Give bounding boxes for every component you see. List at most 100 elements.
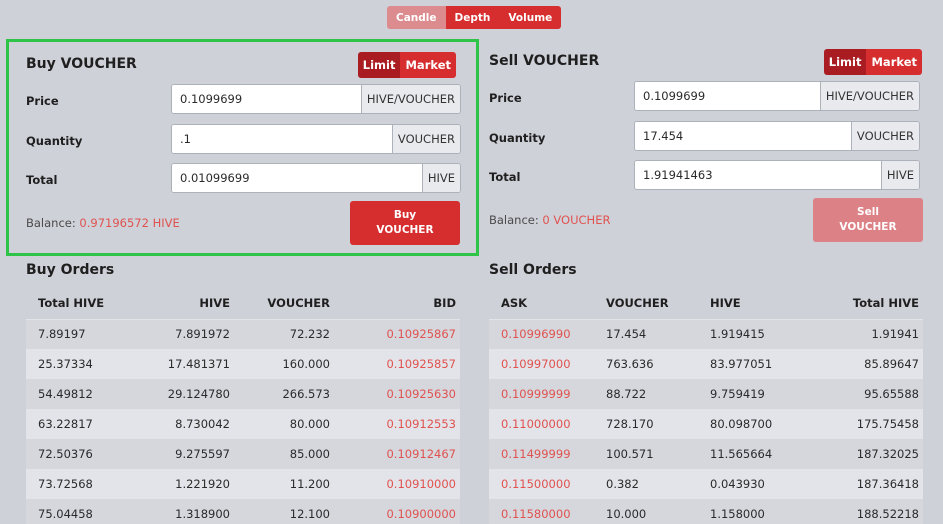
- sell-price-unit: HIVE/VOUCHER: [819, 82, 919, 110]
- cell-total-hive: 188.52218: [820, 499, 923, 524]
- buy-header-total-hive[interactable]: Total HIVE: [26, 287, 136, 320]
- table-row[interactable]: 75.04458 1.318900 12.100 0.10900000: [26, 499, 460, 524]
- cell-hive: 1.919415: [710, 319, 820, 349]
- table-row[interactable]: 25.37334 17.481371 160.000 0.10925857: [26, 349, 460, 379]
- buy-balance: Balance: 0.97196572 HIVE: [26, 216, 180, 230]
- sell-orders-header-row: ASK VOUCHER HIVE Total HIVE: [489, 287, 923, 320]
- cell-hive: 9.275597: [136, 439, 230, 469]
- sell-market-button[interactable]: Market: [866, 49, 922, 75]
- buy-orders-title: Buy Orders: [26, 262, 115, 278]
- cell-ask: 0.11500000: [489, 469, 606, 499]
- cell-voucher: 85.000: [230, 439, 330, 469]
- buy-price-group: HIVE/VOUCHER: [171, 84, 461, 114]
- cell-bid: 0.10900000: [330, 499, 460, 524]
- sell-quantity-unit: VOUCHER: [850, 122, 919, 150]
- sell-price-label: Price: [489, 91, 522, 105]
- table-row[interactable]: 0.10999999 88.722 9.759419 95.65588: [489, 379, 923, 409]
- buy-quantity-unit: VOUCHER: [391, 125, 460, 153]
- table-row[interactable]: 0.10997000 763.636 83.977051 85.89647: [489, 349, 923, 379]
- cell-hive: 0.043930: [710, 469, 820, 499]
- cell-voucher: 160.000: [230, 349, 330, 379]
- cell-voucher: 100.571: [606, 439, 710, 469]
- table-row[interactable]: 73.72568 1.221920 11.200 0.10910000: [26, 469, 460, 499]
- cell-hive: 29.124780: [136, 379, 230, 409]
- table-row[interactable]: 0.11499999 100.571 11.565664 187.32025: [489, 439, 923, 469]
- sell-quantity-label: Quantity: [489, 131, 546, 145]
- cell-bid: 0.10925867: [330, 319, 460, 349]
- cell-ask: 0.10996990: [489, 319, 606, 349]
- buy-voucher-button[interactable]: Buy VOUCHER: [350, 201, 460, 245]
- cell-total-hive: 187.32025: [820, 439, 923, 469]
- cell-voucher: 0.382: [606, 469, 710, 499]
- buy-button-line2: VOUCHER: [376, 224, 434, 236]
- sell-balance-value[interactable]: 0 VOUCHER: [542, 213, 610, 227]
- sell-price-group: HIVE/VOUCHER: [634, 81, 920, 111]
- cell-ask: 0.10999999: [489, 379, 606, 409]
- buy-balance-value[interactable]: 0.97196572 HIVE: [79, 216, 179, 230]
- buy-button-line1: Buy: [393, 209, 417, 221]
- table-row[interactable]: 0.11000000 728.170 80.098700 175.75458: [489, 409, 923, 439]
- cell-total-hive: 63.22817: [26, 409, 136, 439]
- cell-voucher: 763.636: [606, 349, 710, 379]
- cell-total-hive: 7.89197: [26, 319, 136, 349]
- cell-hive: 1.158000: [710, 499, 820, 524]
- sell-balance-label: Balance:: [489, 213, 539, 227]
- sell-voucher-button[interactable]: Sell VOUCHER: [813, 198, 923, 242]
- sell-header-total-hive[interactable]: Total HIVE: [820, 287, 923, 320]
- cell-hive: 8.730042: [136, 409, 230, 439]
- table-row[interactable]: 0.11500000 0.382 0.043930 187.36418: [489, 469, 923, 499]
- buy-orders-table: Total HIVE HIVE VOUCHER BID 7.89197 7.891…: [26, 287, 460, 524]
- sell-total-input[interactable]: [635, 161, 881, 189]
- sell-header-voucher[interactable]: VOUCHER: [606, 287, 710, 320]
- sell-button-line2: VOUCHER: [839, 221, 897, 233]
- buy-price-input[interactable]: [172, 85, 361, 113]
- cell-ask: 0.11580000: [489, 499, 606, 524]
- sell-quantity-input[interactable]: [635, 122, 851, 150]
- cell-hive: 7.891972: [136, 319, 230, 349]
- buy-market-button[interactable]: Market: [400, 52, 456, 78]
- sell-orders-title: Sell Orders: [489, 262, 577, 278]
- buy-price-unit: HIVE/VOUCHER: [360, 85, 460, 113]
- table-row[interactable]: 7.89197 7.891972 72.232 0.10925867: [26, 319, 460, 349]
- sell-panel-title: Sell VOUCHER: [489, 53, 600, 69]
- tab-candle[interactable]: Candle: [387, 6, 446, 29]
- cell-bid: 0.10912553: [330, 409, 460, 439]
- cell-voucher: 17.454: [606, 319, 710, 349]
- buy-balance-label: Balance:: [26, 216, 76, 230]
- buy-limit-button[interactable]: Limit: [357, 52, 401, 78]
- cell-voucher: 11.200: [230, 469, 330, 499]
- table-row[interactable]: 0.11580000 10.000 1.158000 188.52218: [489, 499, 923, 524]
- cell-voucher: 10.000: [606, 499, 710, 524]
- buy-order-type-toggle: Limit Market: [357, 52, 456, 78]
- table-row[interactable]: 0.10996990 17.454 1.919415 1.91941: [489, 319, 923, 349]
- buy-quantity-label: Quantity: [26, 134, 83, 148]
- cell-voucher: 72.232: [230, 319, 330, 349]
- sell-limit-button[interactable]: Limit: [823, 49, 867, 75]
- tab-volume[interactable]: Volume: [499, 6, 562, 29]
- cell-voucher: 80.000: [230, 409, 330, 439]
- cell-bid: 0.10925857: [330, 349, 460, 379]
- buy-header-bid[interactable]: BID: [330, 287, 460, 320]
- table-row[interactable]: 72.50376 9.275597 85.000 0.10912467: [26, 439, 460, 469]
- cell-ask: 0.11000000: [489, 409, 606, 439]
- buy-header-hive[interactable]: HIVE: [136, 287, 230, 320]
- sell-total-label: Total: [489, 170, 521, 184]
- table-row[interactable]: 63.22817 8.730042 80.000 0.10912553: [26, 409, 460, 439]
- cell-hive: 1.318900: [136, 499, 230, 524]
- buy-price-label: Price: [26, 94, 59, 108]
- cell-voucher: 728.170: [606, 409, 710, 439]
- buy-quantity-input[interactable]: [172, 125, 392, 153]
- sell-panel: Sell VOUCHER Limit Market Price HIVE/VOU…: [480, 39, 940, 256]
- sell-header-ask[interactable]: ASK: [489, 287, 606, 320]
- chart-tabs: Candle Depth Volume: [387, 6, 562, 29]
- buy-orders-header-row: Total HIVE HIVE VOUCHER BID: [26, 287, 460, 320]
- buy-total-input[interactable]: [172, 164, 422, 192]
- table-row[interactable]: 54.49812 29.124780 266.573 0.10925630: [26, 379, 460, 409]
- cell-total-hive: 75.04458: [26, 499, 136, 524]
- sell-price-input[interactable]: [635, 82, 820, 110]
- cell-hive: 1.221920: [136, 469, 230, 499]
- buy-total-label: Total: [26, 173, 58, 187]
- tab-depth[interactable]: Depth: [445, 6, 500, 29]
- sell-header-hive[interactable]: HIVE: [710, 287, 820, 320]
- buy-header-voucher[interactable]: VOUCHER: [230, 287, 330, 320]
